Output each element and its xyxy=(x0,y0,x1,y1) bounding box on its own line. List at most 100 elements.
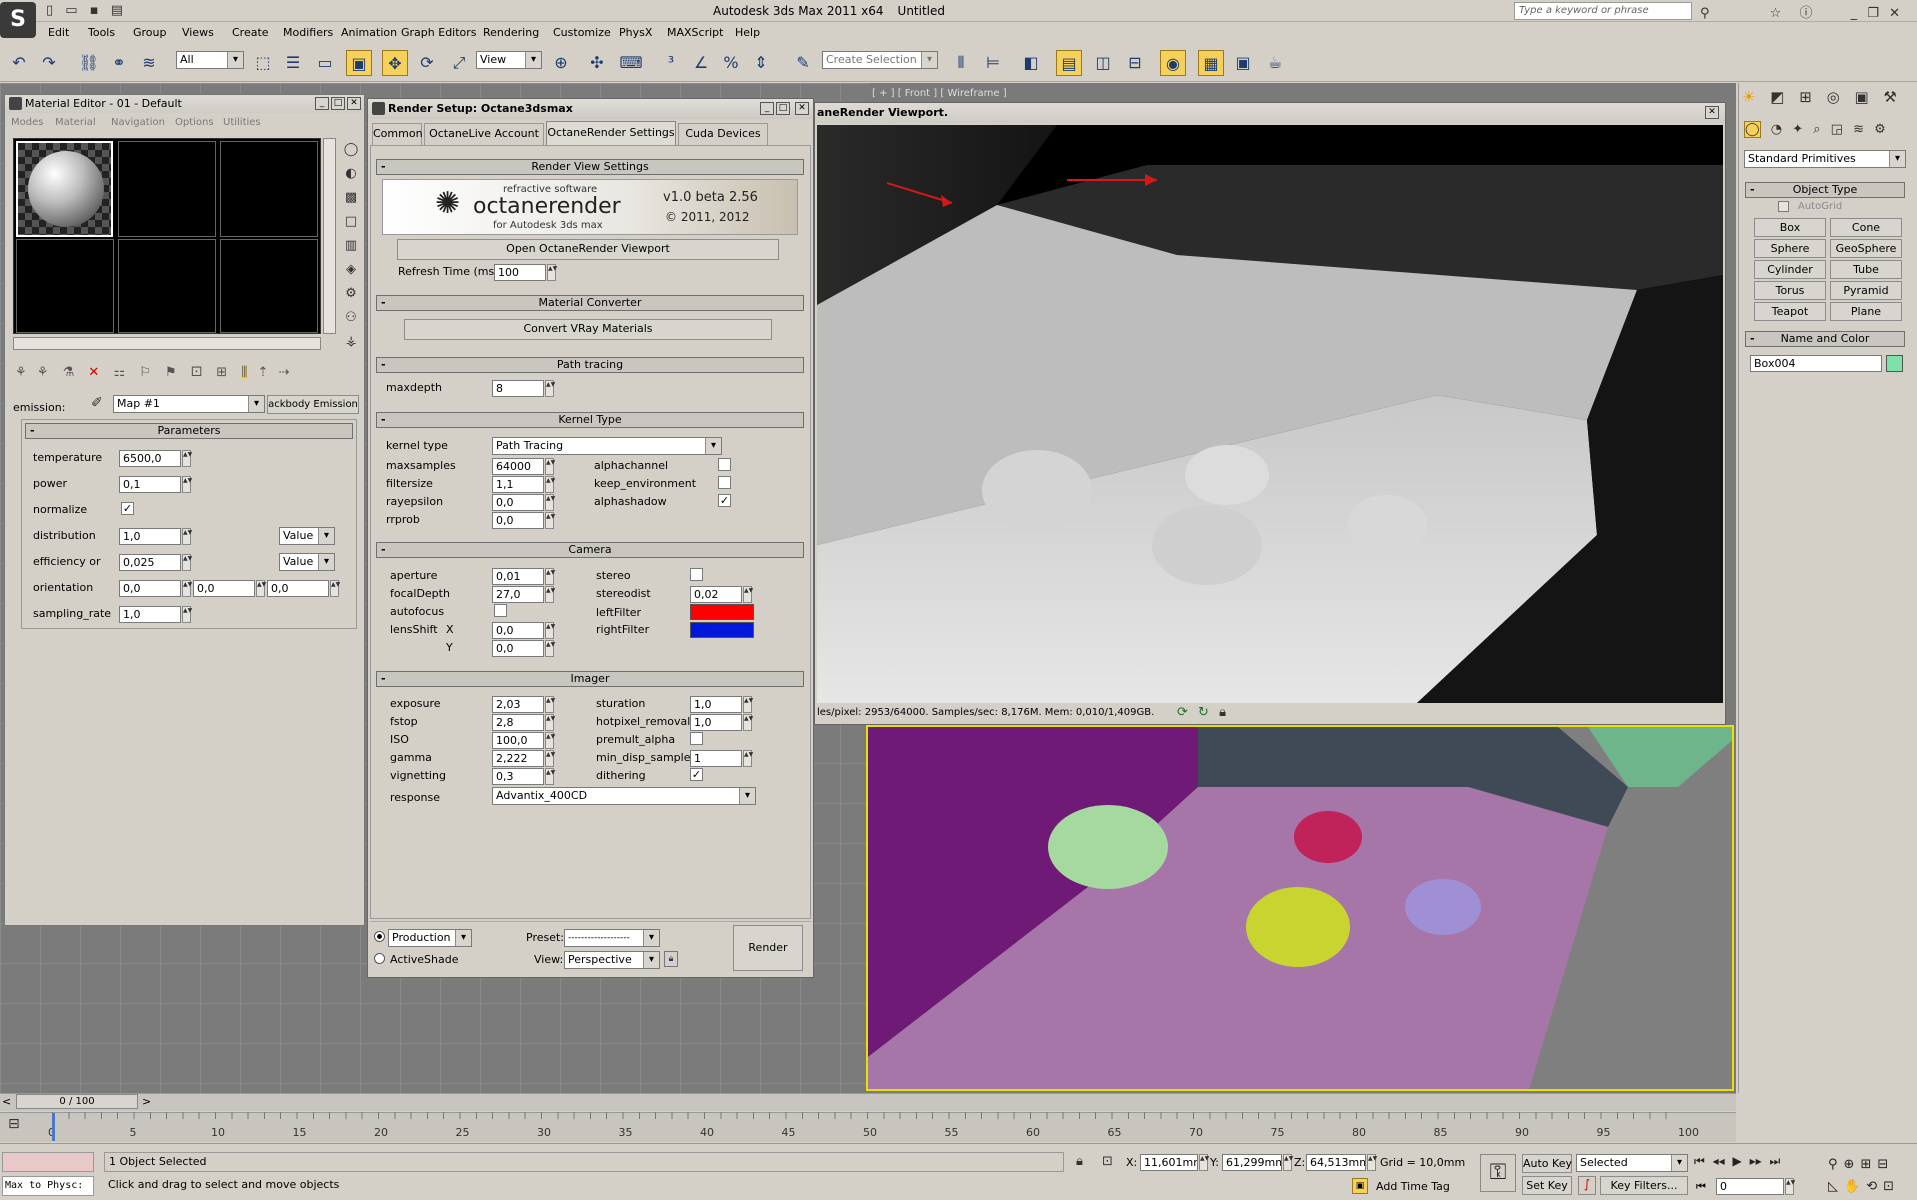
orientation-z-field[interactable]: 0,0 xyxy=(267,580,329,597)
aperture-spinner[interactable]: ▲▼ xyxy=(545,568,555,585)
tab-cuda-devices[interactable]: Cuda Devices xyxy=(678,123,768,145)
maxsamples-field[interactable]: 64000 xyxy=(492,458,544,475)
z-coord-field[interactable]: 64,513mm xyxy=(1306,1154,1366,1171)
object-type-header[interactable]: - Object Type xyxy=(1745,182,1905,198)
menu-edit[interactable]: Edit xyxy=(48,26,69,39)
auto-key-button[interactable]: Auto Key xyxy=(1522,1154,1572,1173)
sampling-rate-field[interactable]: 1,0 xyxy=(119,606,181,623)
distribution-field[interactable]: 1,0 xyxy=(119,528,181,545)
teapot-button[interactable]: Teapot xyxy=(1754,302,1826,321)
rect-selection-icon[interactable]: ▭ xyxy=(312,50,338,76)
preset-dropdown[interactable]: ------------------- xyxy=(564,929,660,947)
tab-common[interactable]: Common xyxy=(372,123,423,145)
orientation-x-spinner[interactable]: ▲▼ xyxy=(182,580,192,597)
perspective-viewport[interactable] xyxy=(866,725,1734,1091)
link-icon[interactable]: ⛓ xyxy=(76,50,102,76)
tab-octanelive-account[interactable]: OctaneLive Account xyxy=(424,123,544,145)
distribution-spinner[interactable]: ▲▼ xyxy=(182,528,192,545)
current-frame-field[interactable]: 0 xyxy=(1716,1178,1784,1195)
curve-editor-icon[interactable]: ◫ xyxy=(1090,50,1116,76)
map-type-button[interactable]: ackbody Emission xyxy=(267,395,359,414)
go-to-parent-icon[interactable]: ⇡ xyxy=(257,365,268,380)
get-material-icon[interactable]: ⚘ xyxy=(15,365,27,380)
put-to-scene-icon[interactable]: ⚘ xyxy=(37,365,49,380)
restart-icon[interactable]: ↻ xyxy=(1198,705,1209,720)
utilities-tab-icon[interactable]: ⚒ xyxy=(1883,88,1896,106)
current-frame-spinner[interactable]: ▲▼ xyxy=(1785,1178,1795,1195)
move-icon[interactable]: ✥ xyxy=(382,50,408,76)
z-coord-spinner[interactable]: ▲▼ xyxy=(1367,1154,1377,1171)
autogrid-checkbox[interactable] xyxy=(1778,201,1789,212)
open-file-icon[interactable]: ▭ xyxy=(65,3,77,18)
tab-octanerender-settings[interactable]: OctaneRender Settings xyxy=(546,121,676,145)
parameters-rollout-header[interactable]: - Parameters xyxy=(25,423,353,439)
selection-filter-dropdown[interactable]: All xyxy=(176,51,244,69)
search-input[interactable]: Type a keyword or phrase xyxy=(1514,2,1692,20)
eyedropper-icon[interactable]: ✐ xyxy=(91,395,103,411)
menu-graph-editors[interactable]: Graph Editors xyxy=(401,26,477,39)
maxdepth-field[interactable]: 8 xyxy=(492,380,544,397)
binoculars-icon[interactable]: ⚲ xyxy=(1700,6,1710,21)
zoom-all-icon[interactable]: ⊕ xyxy=(1844,1157,1855,1172)
absolute-mode-icon[interactable]: ⊡ xyxy=(1102,1154,1113,1169)
assign-material-icon[interactable]: ⚗ xyxy=(63,365,75,380)
make-preview-icon[interactable]: ◈ xyxy=(341,258,361,282)
sturation-field[interactable]: 1,0 xyxy=(690,696,742,713)
menu-physx[interactable]: PhysX xyxy=(619,26,652,39)
systems-icon[interactable]: ⚙ xyxy=(1874,122,1886,137)
vignetting-field[interactable]: 0,3 xyxy=(492,768,544,785)
iso-field[interactable]: 100,0 xyxy=(492,732,544,749)
temperature-field[interactable]: 6500,0 xyxy=(119,450,181,467)
undo-icon[interactable]: ↶ xyxy=(6,50,32,76)
octane-viewport-close-button[interactable]: ✕ xyxy=(1705,106,1719,119)
hold-icon[interactable]: ▤ xyxy=(111,3,123,18)
refresh-icon[interactable]: ⟳ xyxy=(1177,705,1188,720)
uv-tiling-icon[interactable]: □ xyxy=(341,210,361,234)
restore-icon[interactable]: ❐ xyxy=(1867,6,1879,21)
stereodist-spinner[interactable]: ▲▼ xyxy=(743,586,753,603)
default-tangents-icon[interactable]: ∫ xyxy=(1578,1176,1596,1195)
material-id-icon[interactable]: ⚀ xyxy=(191,365,202,380)
view-dropdown[interactable]: Perspective xyxy=(564,951,660,969)
refresh-time-spinner[interactable]: ▲▼ xyxy=(547,264,557,281)
menu-views[interactable]: Views xyxy=(182,26,214,39)
gamma-field[interactable]: 2,222 xyxy=(492,750,544,767)
menu-animation[interactable]: Animation xyxy=(341,26,397,39)
x-coord-spinner[interactable]: ▲▼ xyxy=(1199,1154,1209,1171)
time-slider-next[interactable]: > xyxy=(142,1095,151,1108)
material-converter-header[interactable]: - Material Converter xyxy=(376,295,804,311)
zoom-extents-all-icon[interactable]: ⊟ xyxy=(1877,1157,1888,1172)
normalize-checkbox[interactable]: ✓ xyxy=(121,502,134,515)
open-octanerender-viewport-button[interactable]: Open OctaneRender Viewport xyxy=(397,239,779,260)
new-file-icon[interactable]: ▯ xyxy=(46,3,53,18)
maxsamples-spinner[interactable]: ▲▼ xyxy=(545,458,555,475)
menu-maxscript[interactable]: MAXScript xyxy=(667,26,723,39)
activeshade-radio[interactable] xyxy=(374,953,385,964)
star-icon[interactable]: ☆ xyxy=(1770,6,1782,21)
premult-alpha-checkbox[interactable] xyxy=(690,732,703,745)
me-menu-options[interactable]: Options xyxy=(175,117,214,128)
maximize-viewport-icon[interactable]: ⊡ xyxy=(1883,1179,1894,1194)
material-editor-close-button[interactable]: ✕ xyxy=(347,97,361,110)
rrprob-field[interactable]: 0,0 xyxy=(492,512,544,529)
me-menu-utilities[interactable]: Utilities xyxy=(223,117,261,128)
time-slider-thumb[interactable]: 0 / 100 xyxy=(16,1094,138,1109)
go-forward-sibling-icon[interactable]: ⇢ xyxy=(279,365,290,380)
copy-material-icon[interactable]: ⚏ xyxy=(113,365,125,380)
efficiency-spinner[interactable]: ▲▼ xyxy=(182,554,192,571)
imager-header[interactable]: - Imager xyxy=(376,671,804,687)
set-key-button[interactable]: Set Key xyxy=(1522,1176,1572,1195)
menu-tools[interactable]: Tools xyxy=(88,26,115,39)
orbit-icon[interactable]: ⟲ xyxy=(1866,1179,1877,1194)
render-button[interactable]: Render xyxy=(733,925,803,971)
pyramid-button[interactable]: Pyramid xyxy=(1830,281,1902,300)
material-editor-minimize-button[interactable]: _ xyxy=(315,97,329,110)
edit-named-selection-icon[interactable]: ✎ xyxy=(790,50,816,76)
render-view-settings-header[interactable]: - Render View Settings xyxy=(376,159,804,175)
production-radio[interactable] xyxy=(374,931,385,942)
sampling-rate-spinner[interactable]: ▲▼ xyxy=(182,606,192,623)
alphachannel-checkbox[interactable] xyxy=(718,458,731,471)
left-filter-swatch[interactable] xyxy=(690,604,754,620)
exposure-spinner[interactable]: ▲▼ xyxy=(545,696,555,713)
reference-coordinate-dropdown[interactable]: View xyxy=(476,51,542,69)
